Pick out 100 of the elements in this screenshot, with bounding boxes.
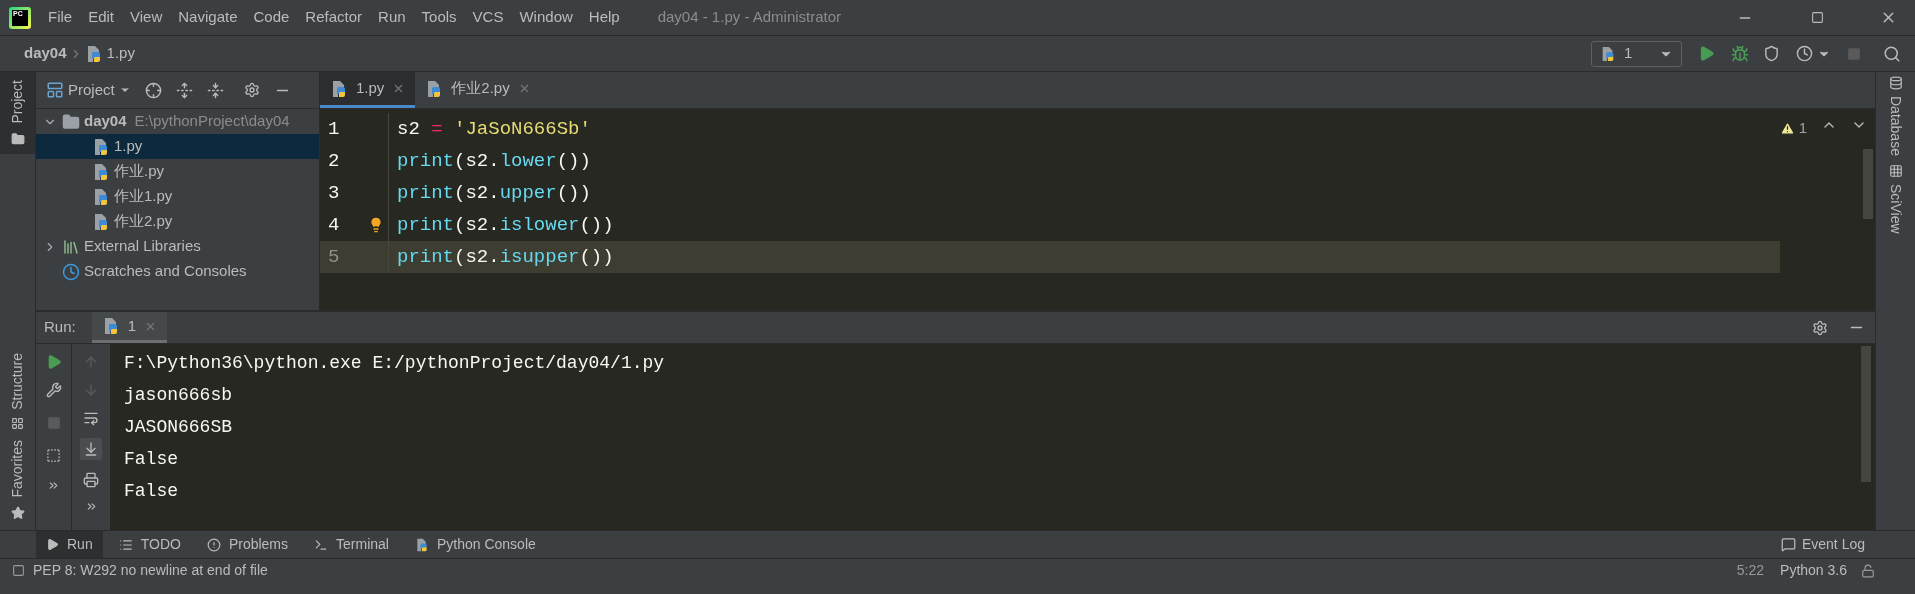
line-number: 3	[327, 180, 341, 206]
python-file-icon	[92, 137, 110, 156]
tree-item[interactable]: External Libraries	[36, 234, 319, 259]
run-config-dropdown[interactable]: 1	[1591, 40, 1682, 67]
balloon-icon	[1780, 537, 1796, 552]
menu-item[interactable]: Help	[580, 6, 628, 29]
scrollbar[interactable]	[1861, 346, 1871, 482]
tree-item[interactable]: 1.py	[36, 134, 319, 159]
menu-item[interactable]: Window	[511, 6, 581, 29]
event-log-button[interactable]: Event Log	[1780, 534, 1865, 555]
breadcrumb-item[interactable]: day04	[24, 42, 67, 65]
menu-item[interactable]: File	[40, 6, 81, 29]
editor-tab[interactable]: 1.py	[320, 72, 416, 108]
tree-label: 作业2.py	[114, 211, 173, 232]
wrap-icon[interactable]	[83, 410, 99, 426]
breadcrumb-item[interactable]: 1.py	[106, 42, 135, 65]
python-file-icon	[92, 162, 110, 181]
console-tab[interactable]: 1	[91, 312, 168, 343]
run-panel-title: Run:	[44, 317, 76, 338]
python-file-icon	[330, 79, 348, 98]
maximize-icon[interactable]	[1811, 11, 1824, 24]
menu-item[interactable]: Edit	[80, 6, 123, 29]
tool-window-tab[interactable]: Structure	[7, 352, 28, 410]
wrench-icon[interactable]	[45, 382, 62, 398]
collapse-all-icon[interactable]	[206, 81, 224, 99]
database-icon	[1888, 76, 1903, 90]
editor-tab[interactable]: 作业2.py	[415, 72, 541, 108]
tree-item[interactable]: 作业.py	[36, 159, 319, 184]
play-icon	[46, 538, 59, 551]
search-icon[interactable]	[1883, 44, 1901, 63]
bulb-icon[interactable]	[368, 217, 384, 233]
tree-item[interactable]: 作业2.py	[36, 209, 319, 234]
grid-icon	[1888, 163, 1903, 178]
library-icon	[62, 237, 80, 256]
tool-window-tab[interactable]: Project	[0, 72, 35, 154]
tool-window-tab[interactable]: Database	[1885, 96, 1906, 156]
bug-icon[interactable]	[1731, 44, 1749, 63]
status-message: PEP 8: W292 no newline at end of file	[33, 561, 268, 580]
tool-tab[interactable]: Run	[36, 531, 103, 558]
tool-tab[interactable]: Python Console	[404, 531, 546, 558]
python-file-icon	[92, 187, 110, 206]
scratches-icon	[62, 262, 80, 281]
scrollbar[interactable]	[1863, 149, 1873, 219]
tool-tab[interactable]: Terminal	[304, 531, 399, 558]
console-line: False	[124, 448, 179, 471]
tree-label: day04	[84, 111, 127, 132]
console-line: False	[124, 480, 179, 503]
menu-item[interactable]: Navigate	[170, 6, 246, 29]
tree-label: Scratches and Consoles	[84, 261, 247, 282]
tool-tab[interactable]: Problems	[196, 531, 299, 558]
warning-count[interactable]: 1	[1779, 117, 1807, 140]
menu-item[interactable]: Run	[370, 6, 414, 29]
structure-icon	[11, 417, 24, 431]
tool-windows-icon[interactable]	[12, 564, 25, 577]
menu-item[interactable]: View	[122, 6, 171, 29]
terminal-icon	[314, 537, 329, 552]
tree-item[interactable]: day04 E:\pythonProject\day04	[36, 109, 319, 134]
window-title: day04 - 1.py - Administrator	[657, 7, 842, 28]
python-file-icon	[1600, 45, 1616, 62]
tool-window-tab[interactable]: SciView	[1885, 183, 1906, 234]
alert-icon	[206, 537, 221, 552]
folder-path: E:\pythonProject\day04	[134, 111, 290, 132]
lock-icon[interactable]	[1861, 563, 1875, 578]
warning-icon	[1779, 120, 1795, 136]
expand-all-icon[interactable]	[175, 81, 193, 99]
coverage-icon[interactable]	[1763, 45, 1780, 62]
code-text: print(s2.isupper())	[397, 244, 614, 270]
line-number: 1	[327, 116, 341, 142]
folder-icon	[10, 131, 25, 146]
project-view-dropdown[interactable]: Project	[46, 78, 131, 102]
interpreter[interactable]: Python 3.6	[1780, 560, 1847, 581]
line-number: 2	[327, 148, 341, 174]
console-line: jason666sb	[124, 384, 234, 407]
menu-item[interactable]: Refactor	[297, 6, 371, 29]
menu-item[interactable]: Tools	[413, 6, 465, 29]
console-line: F:\Python36\python.exe E:/pythonProject/day04/1.py	[124, 352, 666, 375]
settings-icon[interactable]	[1812, 319, 1828, 336]
tool-tab[interactable]: TODO	[108, 531, 191, 558]
run-icon[interactable]	[1698, 45, 1715, 62]
tree-label: 1.py	[114, 136, 143, 157]
caret-position[interactable]: 5:22	[1736, 560, 1765, 581]
more-icon[interactable]	[47, 479, 60, 492]
menu-item[interactable]: VCS	[464, 6, 512, 29]
python-file-icon	[92, 212, 110, 231]
tree-label: External Libraries	[84, 236, 201, 257]
printer-icon[interactable]	[83, 472, 99, 488]
list-icon	[118, 537, 133, 552]
menu-item[interactable]: Code	[245, 6, 298, 29]
profile-icon[interactable]	[1796, 45, 1813, 62]
scroll-to-end-icon[interactable]	[80, 438, 102, 460]
tree-label: 作业.py	[114, 161, 164, 182]
tree-item[interactable]: Scratches and Consoles	[36, 259, 319, 284]
settings-icon[interactable]	[243, 82, 260, 98]
code-text: print(s2.lower())	[397, 148, 591, 174]
tool-window-tab[interactable]: Favorites	[7, 440, 28, 498]
code-text: print(s2.upper())	[397, 180, 591, 206]
tree-item[interactable]: 作业1.py	[36, 184, 319, 209]
locate-icon[interactable]	[144, 81, 162, 99]
line-number: 4	[327, 212, 341, 238]
folder-icon	[62, 112, 80, 131]
